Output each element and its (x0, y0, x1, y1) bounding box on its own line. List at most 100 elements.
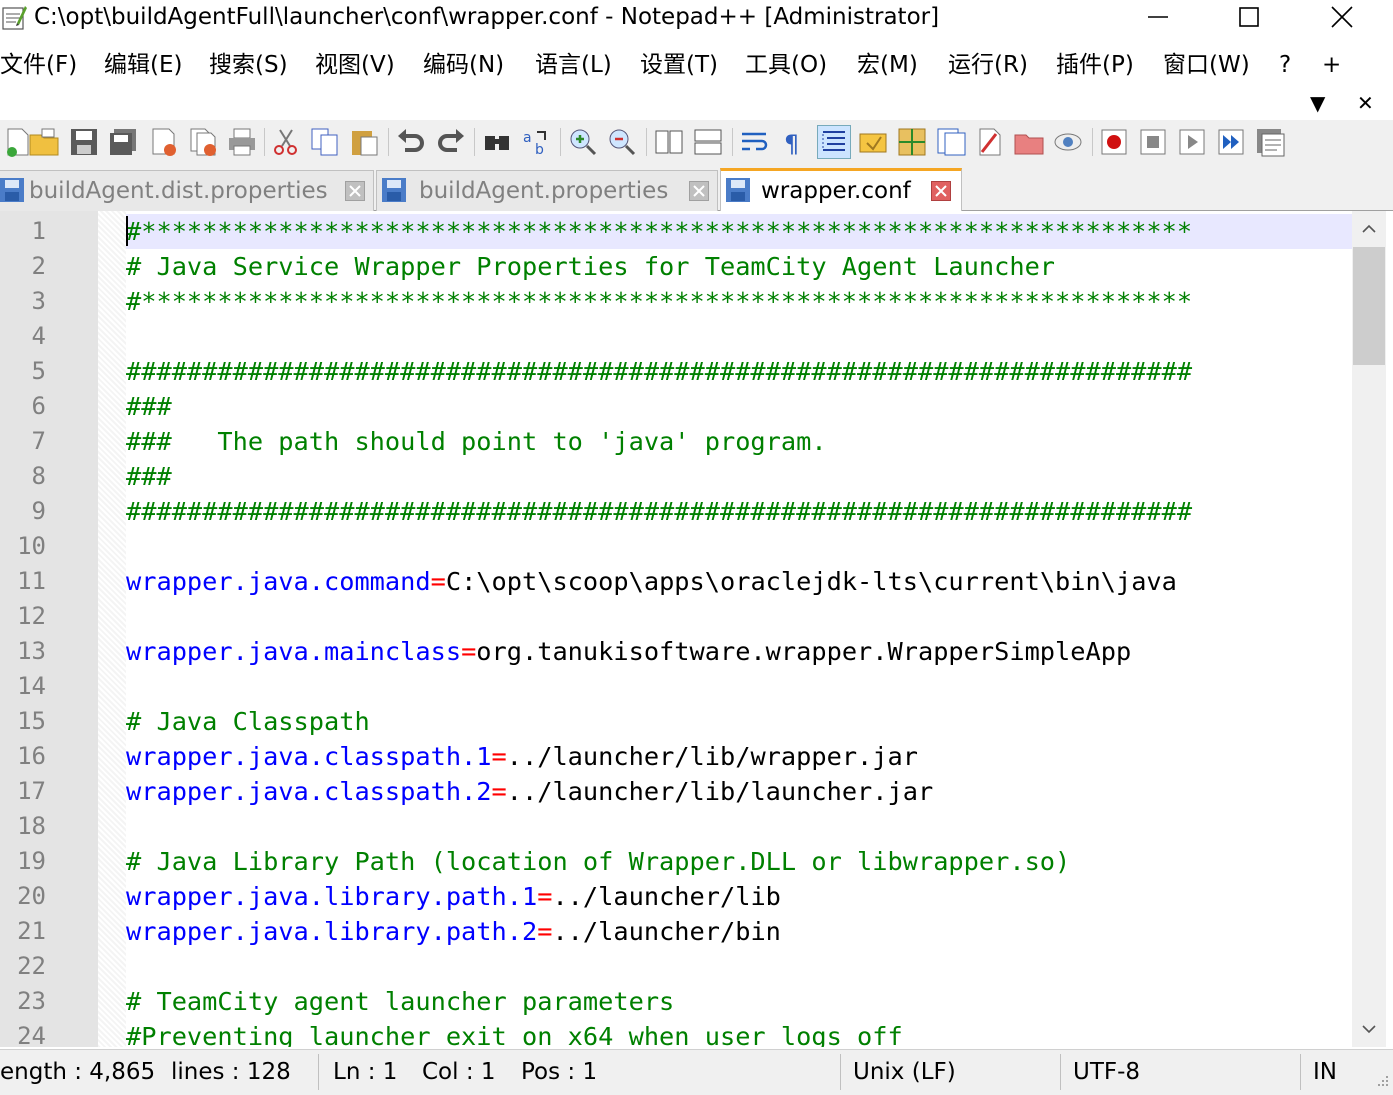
line-number: 19 (17, 847, 46, 875)
undo-icon[interactable] (395, 126, 427, 158)
code-line[interactable]: wrapper.java.library.path.2=../launcher/… (126, 914, 781, 949)
minimize-button[interactable] (1135, 0, 1181, 34)
tab-close-button[interactable] (931, 181, 951, 201)
stop-recording-icon[interactable] (1137, 126, 1169, 158)
status-position: Pos : 1 (521, 1059, 598, 1085)
close-icon (1331, 6, 1353, 28)
code-line[interactable]: wrapper.java.command=C:\opt\scoop\apps\o… (126, 564, 1177, 599)
maximize-button[interactable] (1226, 0, 1272, 34)
menu-help[interactable]: ? (1279, 50, 1291, 80)
menu-add[interactable]: + (1322, 50, 1341, 80)
property-key: wrapper.java.command (126, 567, 431, 596)
menu-settings[interactable]: 设置(T) (640, 50, 718, 80)
print-icon[interactable] (226, 126, 258, 158)
window-edge (1386, 211, 1393, 1047)
redo-icon[interactable] (435, 126, 467, 158)
indent-guide-icon[interactable] (817, 125, 851, 159)
menu-edit[interactable]: 编辑(E) (104, 50, 182, 80)
code-comment: #Preventing launcher exit on x64 when us… (126, 1022, 903, 1047)
code-line[interactable]: ### (126, 389, 172, 424)
document-map-icon[interactable] (896, 126, 928, 158)
menu-plugins[interactable]: 插件(P) (1056, 50, 1134, 80)
folder-as-workspace-icon[interactable] (974, 126, 1006, 158)
menu-tools[interactable]: 工具(O) (745, 50, 827, 80)
status-insert-mode[interactable]: IN (1313, 1056, 1337, 1088)
code-line[interactable]: # Java Classpath (126, 704, 370, 739)
playback-macro-icon[interactable] (1176, 126, 1208, 158)
tab-close-button[interactable] (345, 181, 365, 201)
line-number: 14 (17, 672, 46, 700)
cut-icon[interactable] (270, 126, 302, 158)
sync-horizontal-icon[interactable] (692, 126, 724, 158)
code-line[interactable]: wrapper.java.mainclass=org.tanukisoftwar… (126, 634, 1131, 669)
close-all-icon[interactable] (188, 126, 220, 158)
code-line[interactable]: #***************************************… (126, 214, 1192, 249)
tab-list-dropdown[interactable]: ▼ (1310, 88, 1325, 118)
word-wrap-icon[interactable] (739, 126, 771, 158)
open-folder-icon[interactable] (28, 126, 60, 158)
title-bar: C:\opt\buildAgentFull\launcher\conf\wrap… (0, 0, 1393, 36)
menu-language[interactable]: 语言(L) (535, 50, 612, 80)
tab-buildagent-properties[interactable]: buildAgent.properties (376, 170, 718, 211)
monitoring-icon[interactable] (1052, 126, 1084, 158)
resize-grip-icon[interactable] (1372, 1074, 1390, 1092)
menu-macro[interactable]: 宏(M) (857, 50, 918, 80)
replace-icon[interactable]: ab (521, 126, 553, 158)
code-comment: # Java Service Wrapper Properties for Te… (126, 252, 1056, 281)
user-defined-language-icon[interactable] (857, 126, 889, 158)
code-line[interactable]: # Java Library Path (location of Wrapper… (126, 844, 1070, 879)
function-list-icon[interactable] (935, 126, 967, 158)
find-icon[interactable] (481, 126, 513, 158)
close-icon (935, 185, 947, 197)
code-line[interactable]: #Preventing launcher exit on x64 when us… (126, 1019, 903, 1047)
scrollbar-thumb[interactable] (1353, 247, 1385, 365)
status-eol[interactable]: Unix (LF) (853, 1056, 956, 1088)
code-line[interactable]: ########################################… (126, 494, 1192, 529)
tab-close-button[interactable] (689, 181, 709, 201)
notepad-plus-plus-icon (2, 6, 27, 30)
zoom-out-icon[interactable] (606, 126, 638, 158)
status-encoding[interactable]: UTF-8 (1073, 1056, 1140, 1088)
save-macro-icon[interactable] (1254, 126, 1286, 158)
paste-icon[interactable] (349, 126, 381, 158)
scroll-up-icon[interactable] (1361, 223, 1377, 235)
close-document-button[interactable]: ✕ (1357, 88, 1374, 118)
code-line[interactable]: ### (126, 459, 172, 494)
show-all-characters-icon[interactable]: ¶ (778, 126, 810, 158)
save-all-icon[interactable] (107, 126, 139, 158)
menu-file[interactable]: 文件(F) (0, 50, 77, 80)
tab-builddist-properties[interactable]: buildAgent.dist.properties (0, 170, 374, 211)
zoom-in-icon[interactable] (567, 126, 599, 158)
fold-margin[interactable] (98, 211, 126, 1047)
line-number: 9 (31, 497, 46, 525)
record-macro-icon[interactable] (1098, 126, 1130, 158)
line-number: 4 (31, 322, 46, 350)
code-line[interactable]: # TeamCity agent launcher parameters (126, 984, 674, 1019)
copy-icon[interactable] (309, 126, 341, 158)
editor-area[interactable]: 1 2 3 4 5 6 7 8 9 10 11 12 13 14 15 16 17 18 19 20 21 22 23 24 … (0, 211, 1352, 1047)
save-icon[interactable] (68, 126, 100, 158)
code-line[interactable]: wrapper.java.classpath.1=../launcher/lib… (126, 739, 918, 774)
close-window-button[interactable] (1319, 0, 1365, 34)
code-line[interactable]: ########################################… (126, 354, 1192, 389)
folder-icon[interactable] (1013, 126, 1045, 158)
sync-vertical-icon[interactable] (653, 126, 685, 158)
menu-encoding[interactable]: 编码(N) (423, 50, 504, 80)
code-line[interactable]: ### The path should point to 'java' prog… (126, 424, 827, 459)
code-line[interactable]: # Java Service Wrapper Properties for Te… (126, 249, 1055, 284)
code-line[interactable]: wrapper.java.library.path.1=../launcher/… (126, 879, 781, 914)
tab-wrapper-conf[interactable]: wrapper.conf (720, 168, 962, 214)
status-length: ength : 4,865 (0, 1059, 156, 1085)
run-macro-multiple-icon[interactable] (1215, 126, 1247, 158)
code-comment: # Java Library Path (location of Wrapper… (126, 847, 1071, 876)
close-file-icon[interactable] (148, 126, 180, 158)
menu-window[interactable]: 窗口(W) (1163, 50, 1250, 80)
code-line[interactable]: wrapper.java.classpath.2=../launcher/lib… (126, 774, 933, 809)
menu-view[interactable]: 视图(V) (315, 50, 395, 80)
menu-run[interactable]: 运行(R) (948, 50, 1028, 80)
code-line[interactable]: #***************************************… (126, 284, 1192, 319)
line-number: 7 (31, 427, 46, 455)
vertical-scrollbar[interactable] (1352, 211, 1386, 1047)
menu-search[interactable]: 搜索(S) (209, 50, 288, 80)
scroll-down-icon[interactable] (1361, 1023, 1377, 1035)
